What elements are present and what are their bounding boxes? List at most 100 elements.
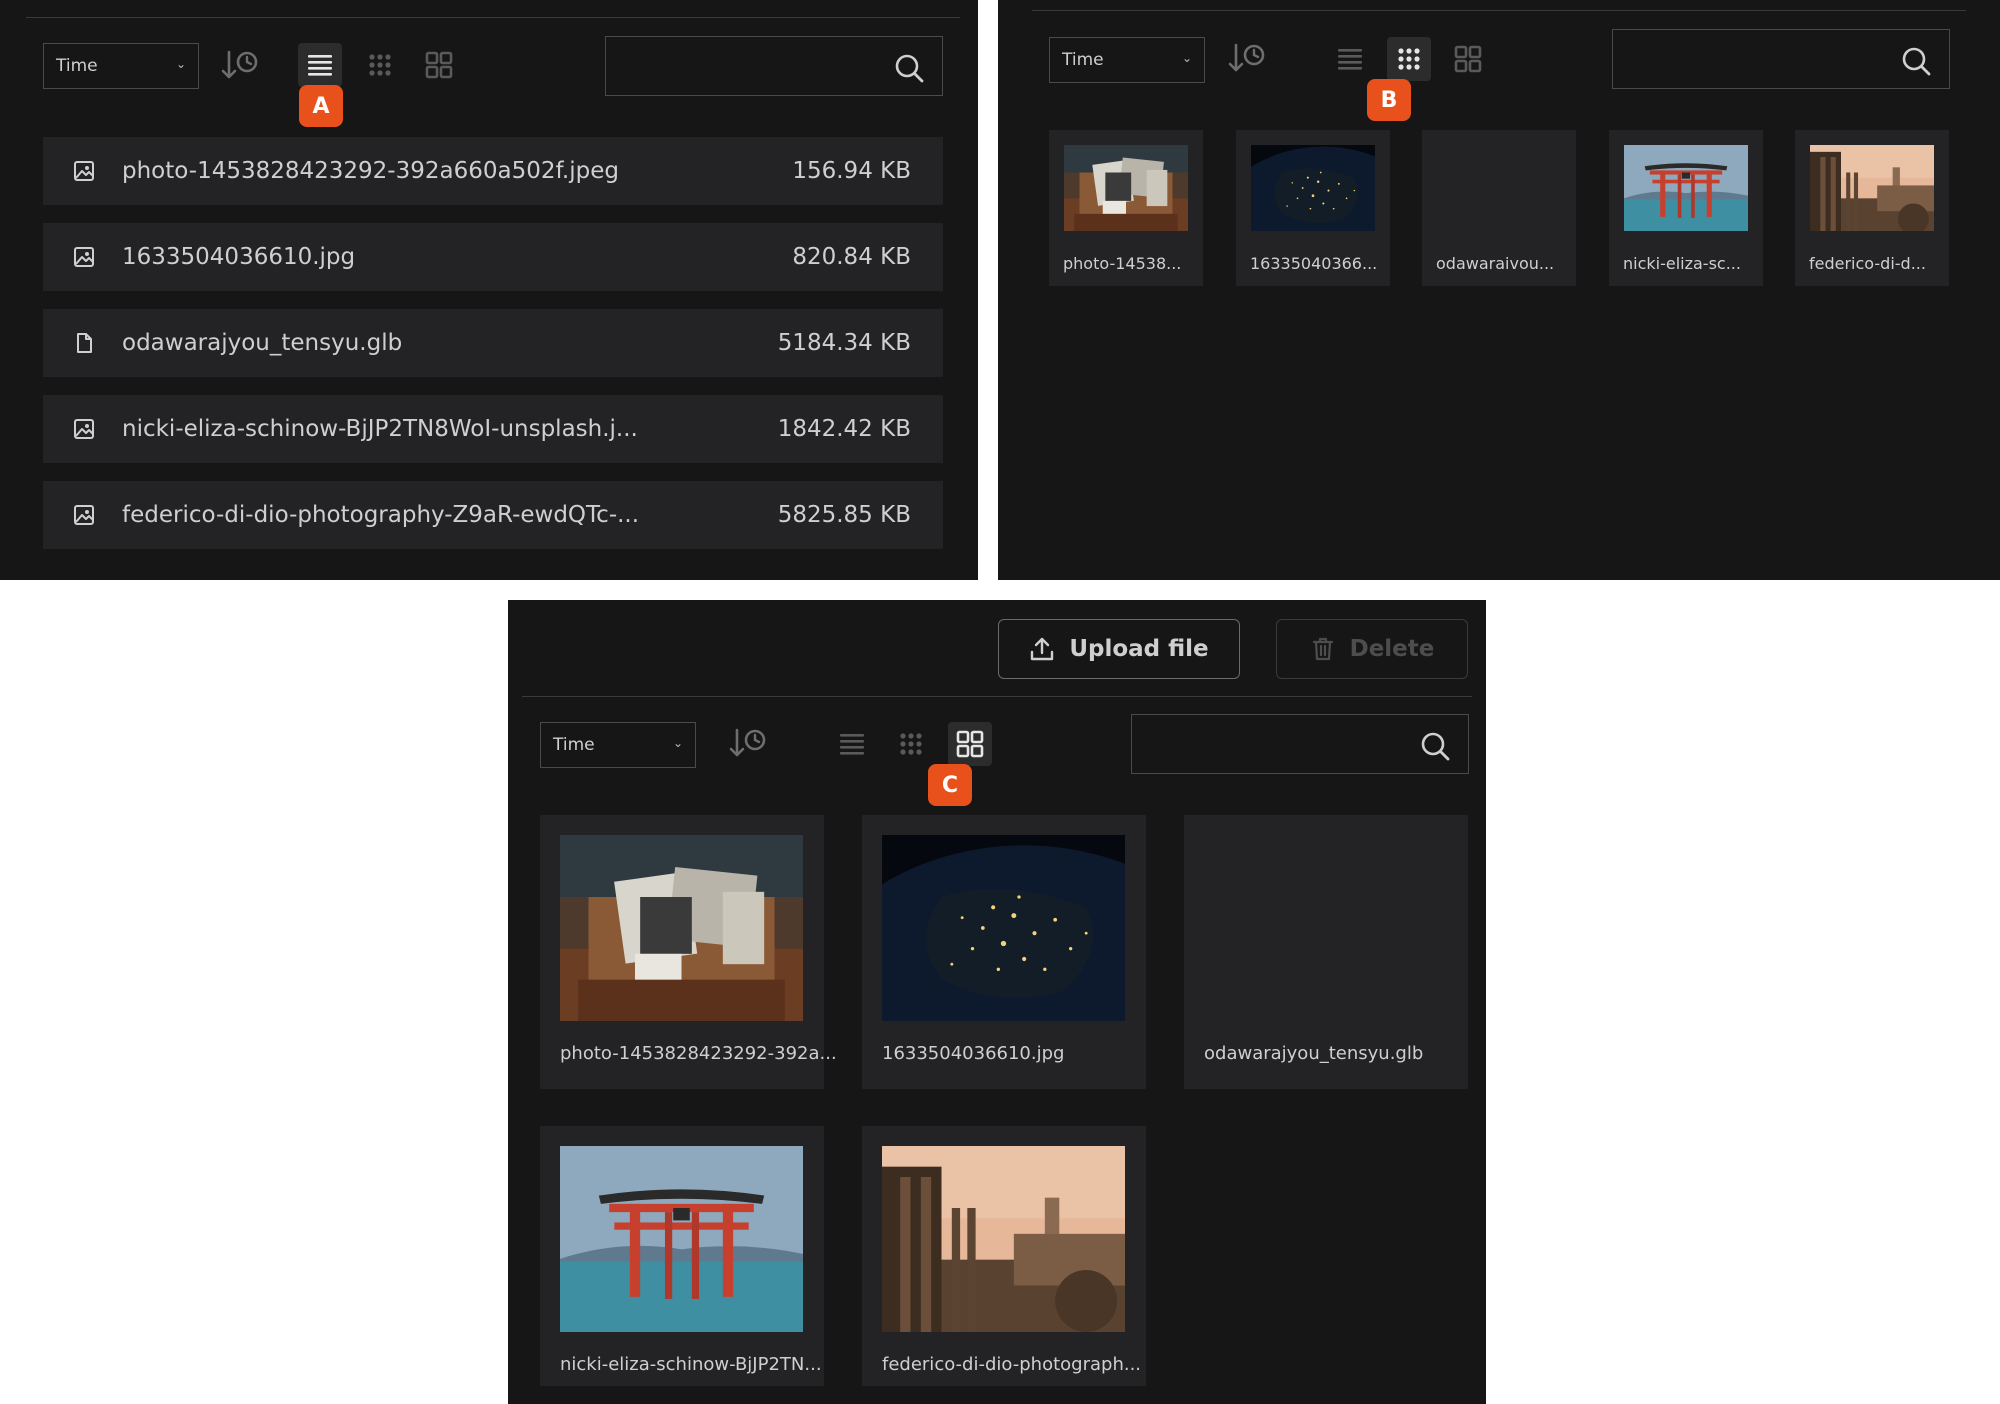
small-grid-view-button[interactable] (1387, 37, 1431, 81)
large-grid-view-button[interactable] (948, 722, 992, 766)
panel-list-view: Time ⌄ A photo-1453828423292-392a660a502… (0, 0, 978, 580)
thumbnail (1064, 145, 1188, 231)
grid-icon (1454, 45, 1482, 73)
file-name: federico-di-dio-photograph... (882, 1354, 1142, 1375)
small-grid-view-button[interactable] (889, 722, 933, 766)
delete-label: Delete (1349, 636, 1435, 662)
file-name: odawaraivou... (1436, 254, 1555, 273)
list-item[interactable]: odawarajyou_tensyu.glb 5184.34 KB (43, 309, 943, 377)
chevron-down-icon: ⌄ (1181, 51, 1192, 65)
thumbnail (1251, 145, 1375, 231)
large-grid-view-button[interactable] (417, 43, 461, 87)
thumbnail (560, 835, 803, 1021)
chevron-down-icon: ⌄ (672, 736, 683, 750)
file-name: nicki-eliza-schinow-BjJP2TN8WoI-unsplash… (122, 416, 638, 442)
large-grid-view-button[interactable] (1446, 37, 1490, 81)
callout-badge-b: B (1367, 79, 1411, 121)
grid-item[interactable]: 1633504036610.jpg (862, 815, 1146, 1089)
grid-item[interactable]: 16335040366... (1236, 130, 1390, 286)
grid-item[interactable]: photo-1453828423292-392a... (540, 815, 837, 1089)
top-divider (1032, 10, 1966, 11)
sort-time-icon (728, 727, 768, 761)
grid-icon (956, 730, 984, 758)
search-input[interactable] (1131, 714, 1469, 774)
chevron-down-icon: ⌄ (175, 57, 186, 71)
list-item[interactable]: photo-1453828423292-392a660a502f.jpeg 15… (43, 137, 943, 205)
panel-small-grid-view: Time ⌄ B photo-14538... 16335040366... o… (998, 0, 2000, 580)
grid-item[interactable]: photo-14538... (1049, 130, 1203, 286)
file-name: photo-14538... (1063, 254, 1182, 273)
thumbnail (1810, 145, 1934, 231)
small-grid-view-button[interactable] (358, 43, 402, 87)
grid-item[interactable]: nicki-eliza-schinow-BjJP2TN... (540, 1126, 824, 1386)
trash-icon (1310, 636, 1336, 662)
file-name: nicki-eliza-schinow-BjJP2TN... (560, 1354, 822, 1375)
image-icon (73, 246, 95, 268)
search-input[interactable] (1612, 29, 1950, 89)
top-divider (26, 17, 960, 18)
sort-select[interactable]: Time ⌄ (540, 722, 696, 768)
sort-order-button[interactable] (726, 722, 770, 766)
toolbar-divider (522, 696, 1472, 697)
thumbnail (560, 1146, 803, 1332)
sort-time-icon (1227, 42, 1267, 76)
sort-order-button[interactable] (218, 44, 262, 88)
file-name: 1633504036610.jpg (882, 1043, 1065, 1064)
sort-select-value: Time (1062, 50, 1104, 70)
search-icon[interactable] (894, 53, 924, 83)
file-size: 820.84 KB (792, 244, 911, 270)
sort-select-value: Time (553, 735, 595, 755)
panel-large-grid-view: Upload file Delete Time ⌄ C photo-145382… (508, 600, 1486, 1404)
grid-item[interactable]: nicki-eliza-sc... (1609, 130, 1763, 286)
file-name: 16335040366... (1250, 254, 1378, 273)
file-name: 1633504036610.jpg (122, 244, 356, 270)
delete-button[interactable]: Delete (1276, 619, 1468, 679)
file-name: federico-di-d... (1809, 254, 1926, 273)
thumbnail (1624, 145, 1748, 231)
list-item[interactable]: federico-di-dio-photography-Z9aR-ewdQTc-… (43, 481, 943, 549)
dots-grid-icon (368, 53, 392, 77)
sort-order-button[interactable] (1225, 37, 1269, 81)
file-size: 5184.34 KB (777, 330, 911, 356)
grid-item[interactable]: federico-di-dio-photograph... (862, 1126, 1146, 1386)
image-icon (73, 418, 95, 440)
sort-select-value: Time (56, 56, 98, 76)
image-icon (73, 504, 95, 526)
file-size: 5825.85 KB (777, 502, 911, 528)
dots-grid-icon (1397, 47, 1421, 71)
list-item[interactable]: 1633504036610.jpg 820.84 KB (43, 223, 943, 291)
callout-badge-a: A (299, 85, 343, 127)
sort-select[interactable]: Time ⌄ (43, 43, 199, 89)
list-icon (839, 732, 865, 756)
search-icon[interactable] (1901, 46, 1931, 76)
list-item[interactable]: nicki-eliza-schinow-BjJP2TN8WoI-unsplash… (43, 395, 943, 463)
search-icon[interactable] (1420, 731, 1450, 761)
file-name: federico-di-dio-photography-Z9aR-ewdQTc-… (122, 502, 640, 528)
list-icon (307, 53, 333, 77)
list-view-button[interactable] (298, 43, 342, 87)
upload-file-label: Upload file (1069, 636, 1209, 662)
list-icon (1337, 47, 1363, 71)
image-icon (73, 160, 95, 182)
upload-icon (1029, 636, 1055, 662)
thumbnail (882, 1146, 1125, 1332)
list-view-button[interactable] (830, 722, 874, 766)
file-name: photo-1453828423292-392a... (560, 1043, 837, 1064)
file-name: photo-1453828423292-392a660a502f.jpeg (122, 158, 619, 184)
thumbnail (882, 835, 1125, 1021)
file-name: odawarajyou_tensyu.glb (122, 330, 403, 356)
grid-item[interactable]: federico-di-d... (1795, 130, 1949, 286)
callout-badge-c: C (928, 764, 972, 806)
dots-grid-icon (899, 732, 923, 756)
grid-item[interactable]: odawaraivou... (1422, 130, 1576, 286)
file-name: odawarajyou_tensyu.glb (1204, 1043, 1424, 1064)
upload-file-button[interactable]: Upload file (998, 619, 1240, 679)
sort-select[interactable]: Time ⌄ (1049, 37, 1205, 83)
list-view-button[interactable] (1328, 37, 1372, 81)
file-name: nicki-eliza-sc... (1623, 254, 1741, 273)
sort-time-icon (220, 49, 260, 83)
file-size: 156.94 KB (792, 158, 911, 184)
file-icon (73, 332, 95, 354)
grid-item[interactable]: odawarajyou_tensyu.glb (1184, 815, 1468, 1089)
search-input[interactable] (605, 36, 943, 96)
